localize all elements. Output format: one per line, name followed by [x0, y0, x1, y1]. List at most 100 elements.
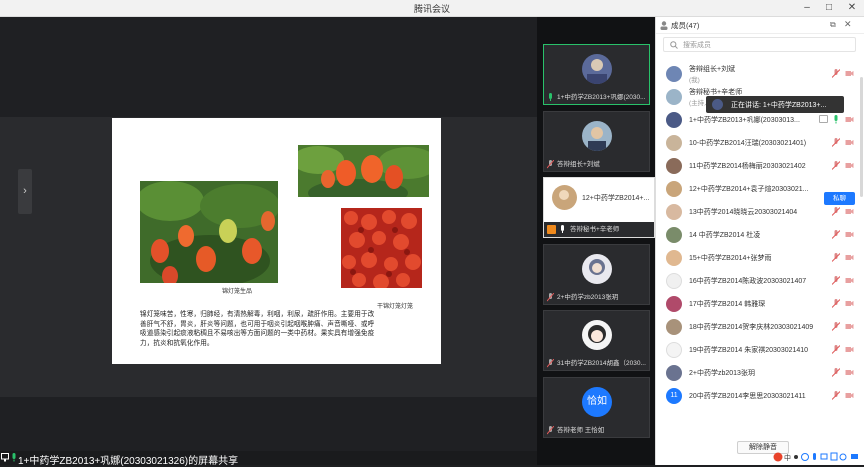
video-tile[interactable]: 31中药学ZB2014胡鑫（2030...: [543, 310, 650, 371]
mic-off-icon[interactable]: [832, 161, 840, 170]
video-tile[interactable]: 2+中药学zb2013张玥: [543, 244, 650, 305]
camera-off-icon[interactable]: [845, 253, 854, 262]
member-name: 17中药学ZB2014 韩雅琛: [689, 301, 766, 308]
members-count-title: 成员(47): [671, 21, 700, 30]
mic-off-icon[interactable]: [832, 391, 840, 400]
mic-off-icon[interactable]: [832, 207, 840, 216]
member-name: 19中药学ZB2014 朱家祺20303021410: [689, 347, 809, 354]
mic-off-icon[interactable]: [832, 69, 840, 78]
camera-off-icon[interactable]: [845, 276, 854, 285]
member-row[interactable]: 答辩组长+刘斌 (我): [656, 63, 860, 85]
member-search-input[interactable]: 搜索成员: [663, 37, 856, 52]
close-icon[interactable]: ✕: [845, 1, 859, 15]
member-name: 11中药学ZB2014杨梅丽20303021402: [689, 163, 806, 170]
avatar: [666, 227, 682, 243]
presentation-slide: 锦灯笼生品 干锦灯笼灯笼 锦灯笼味苦，性寒，归肺经，有清热解毒，利咽，利尿，疏肝…: [112, 118, 441, 364]
avatar: [582, 121, 612, 151]
member-name: 16中药学ZB2014陈政波20303021407: [689, 278, 807, 285]
screen-share-icon: [819, 115, 828, 123]
avatar: [666, 365, 682, 381]
dried-lantern-photo: [341, 208, 422, 288]
camera-off-icon[interactable]: [845, 322, 854, 331]
speaking-text: 正在讲话: 1+中药学ZB2013+...: [731, 102, 827, 109]
members-panel: 成员(47) ⧉ ✕ 搜索成员 答辩组长+刘斌 (我) 答辩秘书+辛老师 (主持…: [655, 17, 864, 465]
avatar: [582, 254, 612, 284]
svg-text:中: 中: [784, 453, 791, 462]
camera-off-icon[interactable]: [845, 207, 854, 216]
member-row[interactable]: 10-中药学ZB2014汪瑞(20303021401): [656, 132, 860, 154]
member-name: 14 中药学ZB2014 杜凌: [689, 232, 761, 239]
title-bar: 腾讯会议 – □ ✕: [0, 0, 864, 17]
member-row[interactable]: 11 20中药学ZB2014李思思20303021411: [656, 385, 860, 407]
member-row[interactable]: 15+中药学ZB2014+张梦雨: [656, 247, 860, 269]
camera-off-icon[interactable]: [845, 368, 854, 377]
mic-off-icon: [547, 426, 554, 435]
member-name: 15+中药学ZB2014+张梦雨: [689, 255, 772, 262]
mic-off-icon[interactable]: [832, 276, 840, 285]
mic-icon: [549, 93, 552, 101]
maximize-icon[interactable]: □: [822, 1, 836, 15]
lantern-fruit-photo: [298, 145, 429, 197]
avatar: [666, 273, 682, 289]
avatar: [712, 99, 723, 110]
share-status-bar: 1+中药学ZB2013+巩娜(20303021326)的屏幕共享: [0, 451, 537, 467]
system-tray: 中: [773, 452, 858, 462]
host-icon: [547, 225, 556, 234]
avatar: [666, 89, 682, 105]
mic-icon: [561, 225, 564, 233]
member-list-scrollbar[interactable]: [860, 77, 863, 197]
mic-off-icon[interactable]: [832, 253, 840, 262]
mic-off-icon[interactable]: [832, 230, 840, 239]
video-tile[interactable]: 1+中药学ZB2013+巩娜(2030...: [543, 44, 650, 105]
camera-off-icon[interactable]: [845, 115, 854, 124]
mic-off-icon[interactable]: [832, 368, 840, 377]
caption-fresh: 锦灯笼生品: [222, 289, 253, 295]
camera-off-icon[interactable]: [845, 391, 854, 400]
mic-off-icon[interactable]: [832, 138, 840, 147]
close-panel-icon[interactable]: ✕: [844, 19, 852, 30]
search-icon: [670, 41, 678, 49]
private-chat-button[interactable]: 私聊: [824, 192, 855, 205]
camera-off-icon[interactable]: [845, 69, 854, 78]
video-tile-hovered[interactable]: 12+中药学ZB2014+... 答辩秘书+辛老师: [543, 177, 655, 238]
camera-off-icon[interactable]: [845, 299, 854, 308]
avatar: [666, 296, 682, 312]
mic-off-icon[interactable]: [832, 299, 840, 308]
video-tile[interactable]: 答辩组长+刘斌: [543, 111, 650, 172]
member-row[interactable]: 2+中药学zb2013张玥: [656, 362, 860, 384]
mic-off-icon[interactable]: [832, 345, 840, 354]
user-icon: [660, 21, 668, 30]
avatar: 11: [666, 388, 682, 404]
member-row[interactable]: 11中药学ZB2014杨梅丽20303021402: [656, 155, 860, 177]
video-tile[interactable]: 恰如 答辩老师 王恰如: [543, 377, 650, 438]
slide-body-text: 锦灯笼味苦，性寒，归肺经，有清热解毒，利咽，利尿，疏肝作用。主要用于改善肝气不舒…: [140, 311, 375, 347]
caption-dried: 干锦灯笼灯笼: [377, 304, 414, 310]
avatar: [666, 112, 682, 128]
member-row[interactable]: 14 中药学ZB2014 杜凌: [656, 224, 860, 246]
mic-icon[interactable]: [832, 115, 840, 124]
tile-label: 答辩老师 王恰如: [544, 424, 649, 437]
member-row[interactable]: 18中药学ZB2014贺李庆林20303021409: [656, 316, 860, 338]
avatar: [666, 342, 682, 358]
member-row[interactable]: 17中药学ZB2014 韩雅琛: [656, 293, 860, 315]
avatar: [666, 66, 682, 82]
avatar: [582, 54, 612, 84]
minimize-icon[interactable]: –: [800, 1, 814, 15]
mic-off-icon: [547, 359, 554, 368]
camera-off-icon[interactable]: [845, 345, 854, 354]
camera-off-icon[interactable]: [845, 161, 854, 170]
camera-off-icon[interactable]: [845, 138, 854, 147]
avatar: [666, 319, 682, 335]
camera-off-icon[interactable]: [845, 230, 854, 239]
member-row[interactable]: 16中药学ZB2014陈政波20303021407: [656, 270, 860, 292]
window-title: 腾讯会议: [413, 4, 450, 14]
members-header: 成员(47) ⧉ ✕: [656, 17, 864, 34]
member-name: 12+中药学ZB2014+袁子煊20303021...: [689, 186, 809, 193]
chevron-right-icon[interactable]: ›: [18, 169, 32, 214]
mic-off-icon[interactable]: [832, 322, 840, 331]
member-row[interactable]: 19中药学ZB2014 朱家祺20303021410: [656, 339, 860, 361]
popout-icon[interactable]: ⧉: [830, 20, 836, 30]
tile-label: 1+中药学ZB2013+巩娜(2030...: [544, 91, 649, 104]
avatar: [552, 185, 577, 210]
avatar: [666, 158, 682, 174]
